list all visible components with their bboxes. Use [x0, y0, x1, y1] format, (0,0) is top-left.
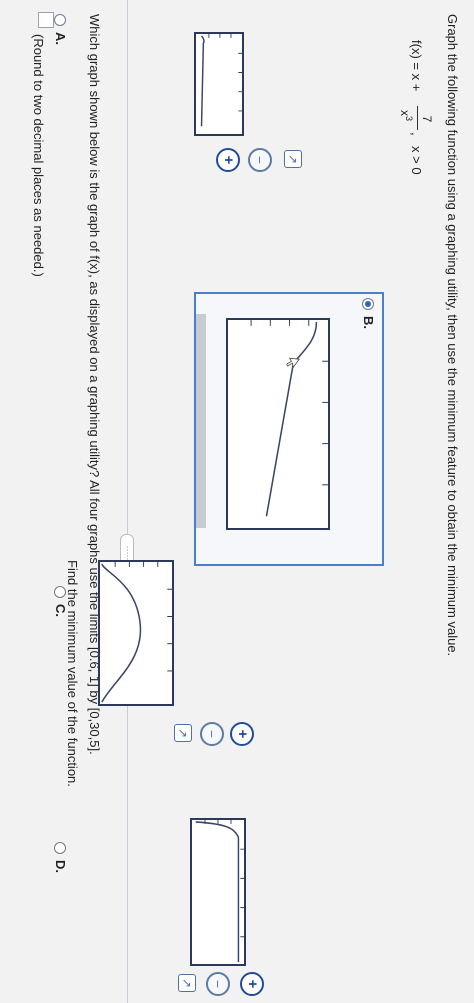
option-a-graph: [194, 32, 244, 136]
option-a-ticks: [208, 34, 242, 112]
screenshot-stage: Graph the following function using a gra…: [0, 0, 474, 1003]
option-b-radio[interactable]: [362, 298, 374, 310]
function-lhs: f(x) = x +: [409, 40, 424, 92]
option-a-curve: [200, 35, 205, 127]
option-c-pop-out-icon[interactable]: [174, 724, 192, 742]
option-a-zoom-in-icon[interactable]: [216, 148, 240, 172]
fraction-bar: [417, 106, 418, 130]
option-c-zoom-in-icon[interactable]: [230, 722, 254, 746]
section-divider: [127, 0, 128, 1003]
option-c-graph-svg: [101, 562, 172, 703]
answer-hint: (Round to two decimal places as needed.): [31, 34, 46, 277]
option-d-label: D.: [53, 860, 68, 873]
option-b-scrollbar[interactable]: [196, 314, 206, 528]
minimum-question-label: Find the minimum value of the function.: [65, 560, 80, 787]
fraction-denominator: x3: [398, 110, 414, 122]
question-page: Graph the following function using a gra…: [0, 0, 474, 1003]
option-b-curve: [265, 321, 318, 517]
option-a-label: A.: [53, 32, 68, 45]
option-a-zoom-out-icon[interactable]: [248, 148, 272, 172]
option-d-graph-svg: [195, 820, 244, 963]
option-c-ticks: [114, 562, 172, 672]
option-c-curve: [101, 563, 142, 703]
option-a-graph-svg: [200, 34, 242, 127]
option-a-radio[interactable]: [54, 14, 66, 26]
function-separator: ,: [409, 132, 424, 136]
fraction-numerator: 7: [420, 115, 434, 123]
option-c-graph: [98, 560, 174, 706]
option-b-graph: [226, 318, 330, 530]
function-condition: x > 0: [409, 146, 424, 175]
option-d-radio[interactable]: [54, 842, 66, 854]
mouse-cursor-icon: [286, 357, 300, 368]
option-b-ticks: [250, 320, 328, 486]
option-b-graph-svg: [250, 320, 328, 517]
option-d-graph: [190, 818, 246, 966]
option-d-pop-out-icon[interactable]: [178, 974, 196, 992]
option-b-panel: B.: [194, 292, 384, 566]
option-d-curve: [195, 821, 240, 963]
option-b-label: B.: [361, 316, 376, 329]
minimum-answer-input[interactable]: [38, 12, 54, 28]
option-d-zoom-in-icon[interactable]: [240, 972, 264, 996]
option-d-zoom-out-icon[interactable]: [206, 972, 230, 996]
option-c-zoom-out-icon[interactable]: [200, 722, 224, 746]
option-a-pop-out-icon[interactable]: [284, 150, 302, 168]
question-prompt: Graph the following function using a gra…: [445, 14, 460, 657]
